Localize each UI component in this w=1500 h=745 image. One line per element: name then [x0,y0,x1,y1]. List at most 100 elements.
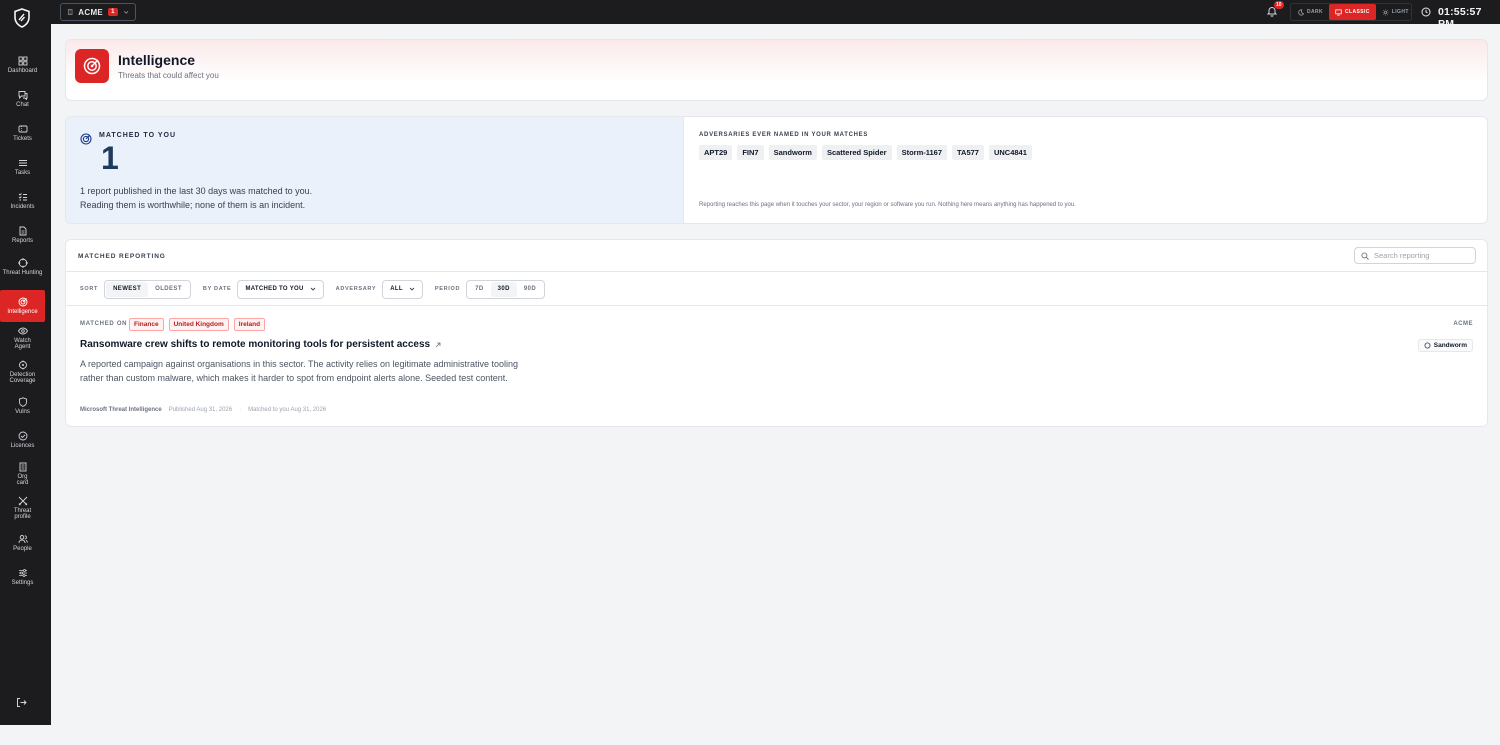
sort-newest-button[interactable]: NEWEST [106,281,149,297]
sidebar-item-detection-coverage[interactable]: Detection Coverage [0,360,45,384]
radar-icon [18,297,27,307]
sidebar-item-vulns[interactable]: Vulns [0,397,45,415]
report-summary: A reported campaign against organisation… [80,359,519,383]
report-matched-date: Matched to you Aug 31, 2026 [248,407,327,413]
sidebar-item-label: Intelligence [7,309,38,315]
sort-oldest-button[interactable]: OLDEST [148,282,189,297]
sidebar-item-threat-profile[interactable]: Threat profile [0,496,45,520]
sort-toggle: NEWEST OLDEST [104,279,191,299]
page-subtitle: Threats that could affect you [118,71,219,80]
period-30d-button[interactable]: 30D [490,281,517,297]
clock-time: 01:55:57 PM [1438,6,1482,30]
actor-chip[interactable]: Sandworm [1417,339,1473,352]
theme-classic-button[interactable]: CLASSIC [1329,4,1376,20]
sidebar-item-label: People [13,546,32,552]
matched-summary-card: MATCHED TO YOU 1 1 report published in t… [65,116,1488,224]
sidebar-item-dashboard[interactable]: Dashboard [0,56,45,74]
sort-label: SORT [80,286,99,292]
report-icon [19,226,26,236]
matched-reporting-card: MATCHED REPORTING SORT NEWEST OLDEST BY … [65,239,1488,427]
monitor-icon [1335,8,1342,16]
sidebar-item-chat[interactable]: Chat [0,90,45,108]
theme-switcher: DARK CLASSIC LIGHT [1290,3,1412,21]
sidebar-item-watch-agent[interactable]: Watch Agent [0,326,45,350]
by-date-value: MATCHED TO YOU [245,286,304,292]
theme-classic-label: CLASSIC [1345,9,1370,15]
sidebar-item-incidents[interactable]: Incidents [0,192,45,210]
search-icon [1361,251,1369,260]
org-badge: 1 [108,8,118,16]
adversary-chip[interactable]: Scattered Spider [821,145,892,160]
radar-icon [80,133,92,145]
eye-icon [17,327,28,335]
matched-summary-text: 1 report published in the last 30 days w… [80,184,312,212]
sidebar-item-reports[interactable]: Reports [0,226,45,244]
sidebar-item-settings[interactable]: Settings [0,568,45,586]
report-title: Ransomware crew shifts to remote monitor… [80,339,431,350]
sidebar-item-org-card[interactable]: Org card [0,462,45,486]
people-icon [18,535,28,544]
adversary-chip[interactable]: TA577 [952,145,984,160]
reporting-note: Reporting reaches this page when it touc… [699,202,1076,208]
period-7d-button[interactable]: 7D [468,282,490,297]
sidebar-item-label: Threat profile [13,508,32,520]
adversary-label: ADVERSARY [335,286,377,292]
sidebar-item-label: Chat [16,102,29,108]
search-box [1354,247,1476,264]
page-title: Intelligence [118,52,196,68]
org-name: ACME [78,7,104,17]
adversary-chip[interactable]: Sandworm [768,145,817,160]
period-90d-button[interactable]: 90D [517,282,543,297]
sidebar-item-intelligence[interactable]: Intelligence [0,290,45,322]
intelligence-badge [75,49,109,83]
org-switcher[interactable]: ACME 1 [60,3,136,21]
report-published: Published Aug 31, 2026 [168,407,233,413]
adversary-chip[interactable]: Storm-1167 [896,145,947,160]
adversary-chip-list: APT29 FIN7 Sandworm Scattered Spider Sto… [699,145,1032,160]
sidebar-item-licences[interactable]: Licences [0,431,45,449]
theme-dark-button[interactable]: DARK [1291,4,1329,20]
matched-to-you-panel: MATCHED TO YOU 1 1 report published in t… [66,117,684,223]
report-org: ACME [1453,321,1473,327]
report-item: MATCHED ON Finance United Kingdom Irelan… [66,317,1487,417]
meta-separator: · [239,407,242,413]
sidebar-item-label: Detection Coverage [9,372,36,384]
sidebar-item-threat-hunting[interactable]: Threat Hunting [0,258,45,276]
sidebar-item-tickets[interactable]: Tickets [0,124,45,142]
ticket-icon [18,125,27,133]
adversary-dropdown[interactable]: ALL [382,279,423,299]
matched-on-label: MATCHED ON [80,321,128,327]
adversary-chip[interactable]: UNC4841 [988,145,1032,160]
sidebar-item-label: Settings [11,580,34,586]
actor-name: Sandworm [1433,342,1467,349]
chevron-down-icon [310,287,315,291]
match-tag: United Kingdom [168,318,229,331]
sun-icon [1382,8,1389,16]
sidebar: Dashboard Chat Tickets Tasks Incidents R… [0,0,51,725]
sidebar-item-label: Org card [16,474,29,486]
adversary-chip[interactable]: APT29 [699,145,733,160]
sidebar-item-people[interactable]: People [0,534,45,552]
chat-icon [18,91,27,100]
sidebar-item-label: Tickets [13,136,32,142]
sidebar-item-label: Reports [11,238,33,244]
tasks-icon [18,160,27,166]
sidebar-item-tasks[interactable]: Tasks [0,158,45,176]
top-bar: ACME 1 10 DARK CLASSIC LIGHT 01:55:57 PM [0,0,1500,30]
by-date-dropdown[interactable]: MATCHED TO YOU [237,279,324,299]
theme-light-button[interactable]: LIGHT [1376,4,1415,20]
sliders-icon [18,569,27,577]
report-meta: Microsoft Threat Intelligence Published … [80,407,326,413]
sidebar-item-label: Vulns [15,409,30,415]
chevron-down-icon [123,11,129,14]
match-tag: Finance [129,318,164,331]
logout-icon[interactable] [16,697,27,708]
sidebar-item-label: Threat Hunting [2,270,43,276]
check-circle-icon [18,431,27,441]
summary-line: Reading them is worthwhile; none of them… [80,200,306,210]
report-title-link[interactable]: Ransomware crew shifts to remote monitor… [80,339,441,350]
notification-count-badge: 10 [1274,1,1284,9]
search-input[interactable] [1374,251,1464,260]
adversary-chip[interactable]: FIN7 [737,145,764,160]
shield-logo-icon[interactable] [13,8,31,28]
